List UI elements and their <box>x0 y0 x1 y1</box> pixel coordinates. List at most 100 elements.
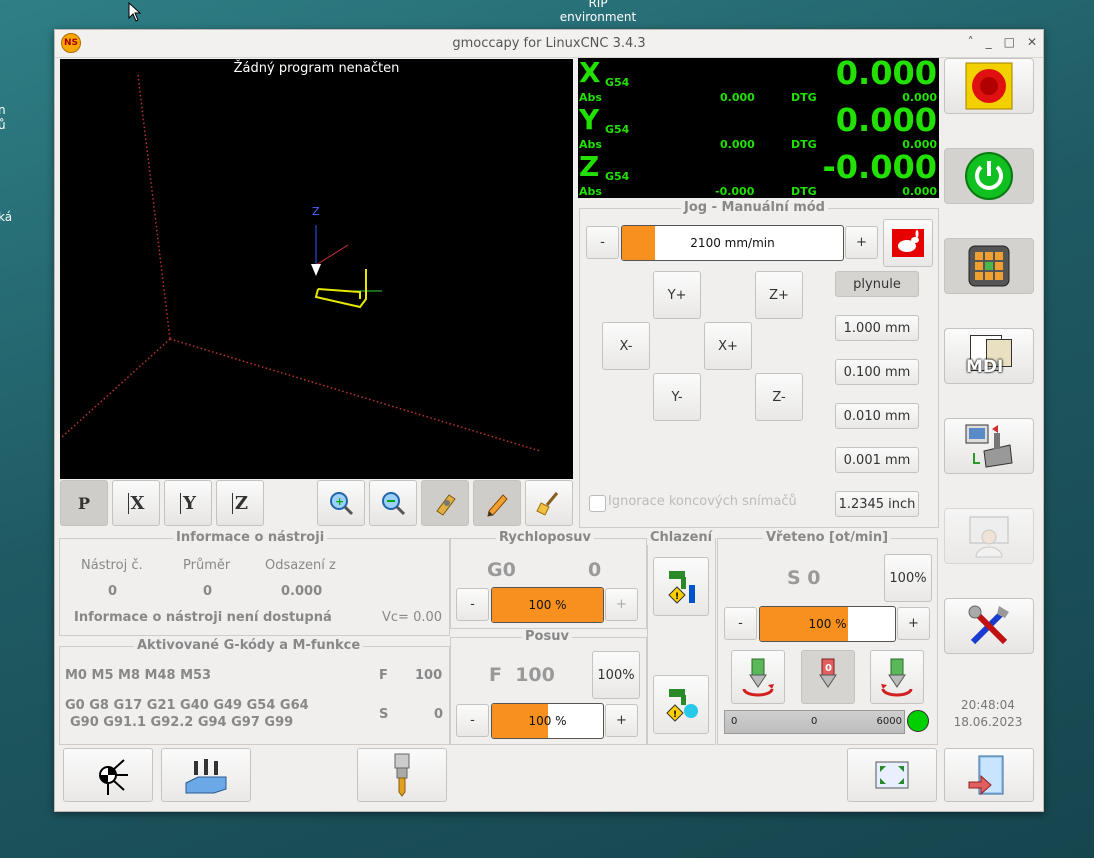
clock-time: 20:48:04 <box>961 698 1015 712</box>
jog-z-plus-button[interactable]: Z+ <box>755 271 803 319</box>
jog-speed-plus-button[interactable]: + <box>845 226 878 259</box>
dro-z[interactable]: Z G54 -0.000 Abs -0.000 DTG 0.000 <box>578 148 939 198</box>
spindle-minus-button[interactable]: - <box>724 607 757 640</box>
spindle-override-slider[interactable]: 100 % <box>759 606 896 642</box>
jog-y-minus-button[interactable]: Y- <box>653 373 701 421</box>
desktop-edge-text-1: n <box>0 103 6 117</box>
jog-y-plus-button[interactable]: Y+ <box>653 271 701 319</box>
exit-door-icon <box>968 755 1004 796</box>
increment-0.01mm-button[interactable]: 0.010 mm <box>835 403 919 429</box>
jog-z-minus-button[interactable]: Z- <box>755 373 803 421</box>
rabbit-icon <box>892 229 924 257</box>
feed-plus-button[interactable]: + <box>605 704 638 737</box>
desktop-label-line1: RIP <box>588 0 608 10</box>
gcode-preview[interactable]: Žádný program nenačten Z <box>60 59 573 479</box>
dro-z-cs: G54 <box>605 170 630 183</box>
feed-override-value: 100 % <box>528 714 567 728</box>
spindle-stop-icon: 0 <box>819 658 837 688</box>
fullscreen-icon <box>875 761 909 789</box>
mist-coolant-button[interactable]: ! <box>653 675 709 734</box>
dro-z-abs-label: Abs <box>579 185 602 198</box>
rapid-override-slider[interactable]: 100 % <box>491 587 604 623</box>
zoom-in-button[interactable]: + <box>317 480 365 526</box>
view-p-label: P <box>77 493 91 513</box>
increment-1mm-button[interactable]: 1.000 mm <box>835 315 919 341</box>
spindle-stop-button[interactable]: 0 <box>801 650 855 704</box>
feed-reset-button[interactable]: 100% <box>592 651 640 699</box>
spindle-override-value: 100 % <box>808 617 847 631</box>
zoom-out-button[interactable] <box>369 480 417 526</box>
increment-continuous-button[interactable]: plynule <box>835 271 919 297</box>
dro-x[interactable]: X G54 0.000 Abs 0.000 DTG 0.000 <box>578 54 939 105</box>
mdi-label: MDI <box>966 357 1004 377</box>
tool-icon <box>394 753 410 797</box>
spindle-bar-min: 0 <box>731 716 738 727</box>
feed-override-slider[interactable]: 100 % <box>491 703 604 739</box>
jog-x-minus-button[interactable]: X- <box>602 322 650 370</box>
minimize-button[interactable]: _ <box>986 35 992 49</box>
view-x-button[interactable]: X <box>112 480 160 526</box>
view-z-button[interactable]: Z <box>216 480 264 526</box>
jog-speed-slider[interactable]: 2100 mm/min <box>621 225 844 261</box>
maximize-button[interactable]: □ <box>1004 35 1015 49</box>
increment-0.1mm-button[interactable]: 0.100 mm <box>835 359 919 385</box>
turtle-jog-button[interactable] <box>883 219 933 267</box>
dro-y-abs: 0.000 <box>720 138 755 151</box>
ref-all-button[interactable] <box>63 748 153 802</box>
desktop-label[interactable]: RIP environment <box>548 0 648 24</box>
clock-date: 18.06.2023 <box>953 715 1023 729</box>
rapid-override-value: 100 % <box>528 598 567 612</box>
dro-panel: X G54 0.000 Abs 0.000 DTG 0.000 Y G54 0.… <box>578 54 939 198</box>
close-button[interactable]: ✕ <box>1027 35 1037 49</box>
show-dimensions-button[interactable] <box>421 480 469 526</box>
flood-coolant-button[interactable]: ! <box>653 557 709 616</box>
desktop-edge-text-2: ů <box>0 118 6 132</box>
jog-x-plus-button[interactable]: X+ <box>704 322 752 370</box>
ruler-icon <box>436 494 456 516</box>
active-mcodes: M0 M5 M8 M48 M53 <box>65 668 212 683</box>
view-z-label: Z <box>231 492 248 514</box>
tool-settings-button[interactable] <box>944 598 1034 654</box>
clear-plot-button[interactable] <box>525 480 573 526</box>
view-perspective-button[interactable]: P <box>60 480 108 526</box>
feed-minus-button[interactable]: - <box>456 704 489 737</box>
manual-mode-button[interactable] <box>944 238 1034 294</box>
shade-button[interactable]: ˄ <box>968 35 974 49</box>
dro-z-value: -0.000 <box>822 148 938 186</box>
auto-mode-button[interactable] <box>944 418 1034 474</box>
spindle-plus-button[interactable]: + <box>897 607 930 640</box>
ignore-limits-checkbox[interactable] <box>589 495 606 512</box>
unit-toggle-button[interactable]: 1.2345 inch <box>835 491 919 517</box>
active-gcodes-line2: G90 G91.1 G92.2 G94 G97 G99 <box>70 715 294 730</box>
tool-header-number: Nástroj č. <box>81 558 143 573</box>
fullscreen-button[interactable] <box>847 748 937 802</box>
tool-change-button[interactable] <box>357 748 447 802</box>
preview-axis-z-label: Z <box>312 205 320 218</box>
feed-title: Posuv <box>522 629 572 644</box>
spindle-ccw-icon <box>742 658 774 697</box>
dro-y[interactable]: Y G54 0.000 Abs 0.000 DTG 0.000 <box>578 101 939 152</box>
machine-power-button[interactable] <box>944 148 1034 204</box>
spindle-speed-bar: 0 0 6000 <box>724 710 905 734</box>
touch-off-button[interactable] <box>161 748 251 802</box>
dro-y-axis: Y <box>579 103 600 136</box>
increment-0.001mm-button[interactable]: 0.001 mm <box>835 447 919 473</box>
rapid-minus-button[interactable]: - <box>456 588 489 621</box>
jog-speed-minus-button[interactable]: - <box>586 226 619 259</box>
dro-x-axis: X <box>579 56 601 89</box>
spindle-reverse-button[interactable] <box>870 650 924 704</box>
tool-info-note: Informace o nástroji není dostupná <box>74 610 332 625</box>
show-tool-path-button[interactable] <box>473 480 521 526</box>
settings-mode-button[interactable] <box>944 508 1034 564</box>
spindle-forward-button[interactable] <box>731 650 785 704</box>
mdi-mode-button[interactable]: MDI <box>944 328 1034 384</box>
emergency-stop-button[interactable] <box>944 58 1034 114</box>
touch-off-icon <box>185 759 227 794</box>
rapid-plus-button[interactable]: + <box>605 588 638 621</box>
dro-y-cs: G54 <box>605 123 630 136</box>
view-y-button[interactable]: Y <box>164 480 212 526</box>
spindle-reset-button[interactable]: 100% <box>884 554 932 602</box>
rapid-title: Rychloposuv <box>496 530 594 545</box>
home-axes-icon <box>99 759 128 795</box>
exit-button[interactable] <box>944 748 1034 802</box>
